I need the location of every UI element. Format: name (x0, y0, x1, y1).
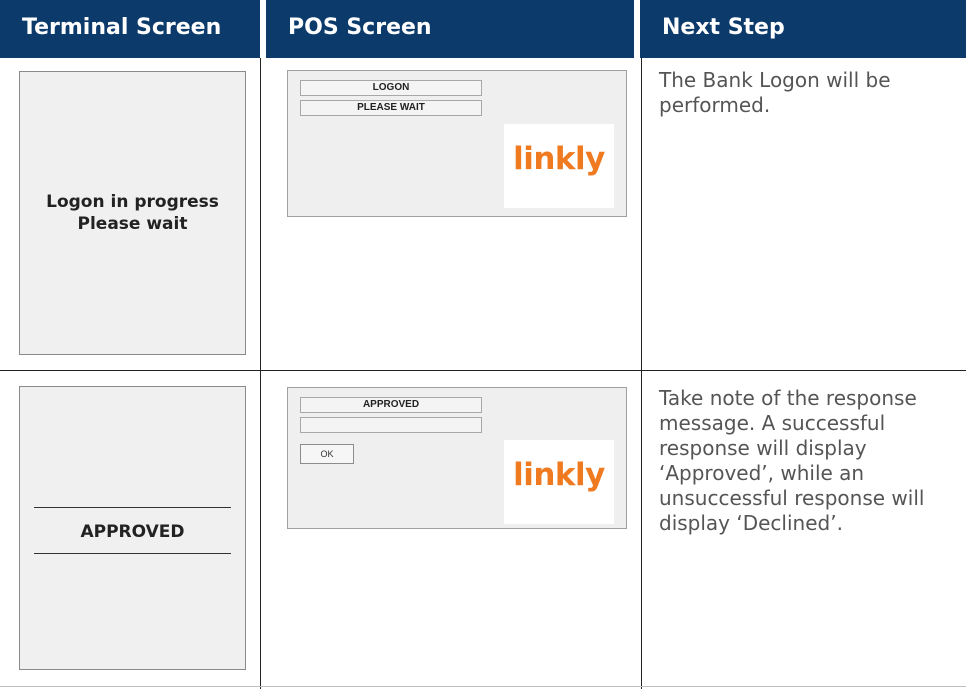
row-divider (0, 370, 966, 371)
terminal-divider (34, 507, 231, 508)
header-terminal-screen-label: Terminal Screen (22, 15, 222, 40)
terminal-screen-approved: APPROVED (19, 386, 246, 670)
header-next-step: Next Step (640, 0, 966, 58)
terminal-message-line: APPROVED (80, 522, 185, 542)
row-divider (0, 686, 966, 687)
pos-screen-logon: LOGON PLEASE WAIT linkly (287, 70, 627, 217)
linkly-logo-text: linkly (513, 141, 605, 177)
terminal-message-line: Please wait (77, 214, 188, 234)
pos-screen-approved: APPROVED OK linkly (287, 387, 627, 529)
linkly-logo-text: linkly (513, 457, 605, 493)
linkly-logo: linkly (504, 440, 614, 524)
column-divider (641, 58, 642, 689)
next-step-text: Take note of the response message. A suc… (659, 386, 925, 535)
instruction-table: Terminal Screen POS Screen Next Step Log… (0, 0, 966, 689)
pos-status-field (300, 417, 482, 433)
linkly-logo: linkly (504, 124, 614, 208)
next-step-text: The Bank Logon will be performed. (659, 68, 891, 117)
header-next-step-label: Next Step (662, 15, 785, 40)
terminal-divider (34, 553, 231, 554)
terminal-screen-logon: Logon in progress Please wait (19, 71, 246, 355)
header-pos-screen: POS Screen (266, 0, 634, 58)
header-terminal-screen: Terminal Screen (0, 0, 260, 58)
pos-status-field: PLEASE WAIT (300, 100, 482, 116)
column-divider (260, 58, 261, 689)
pos-status-field: LOGON (300, 80, 482, 96)
terminal-message-line: Logon in progress (46, 192, 219, 212)
pos-status-field: APPROVED (300, 397, 482, 413)
header-pos-screen-label: POS Screen (288, 15, 432, 40)
ok-button[interactable]: OK (300, 444, 354, 464)
